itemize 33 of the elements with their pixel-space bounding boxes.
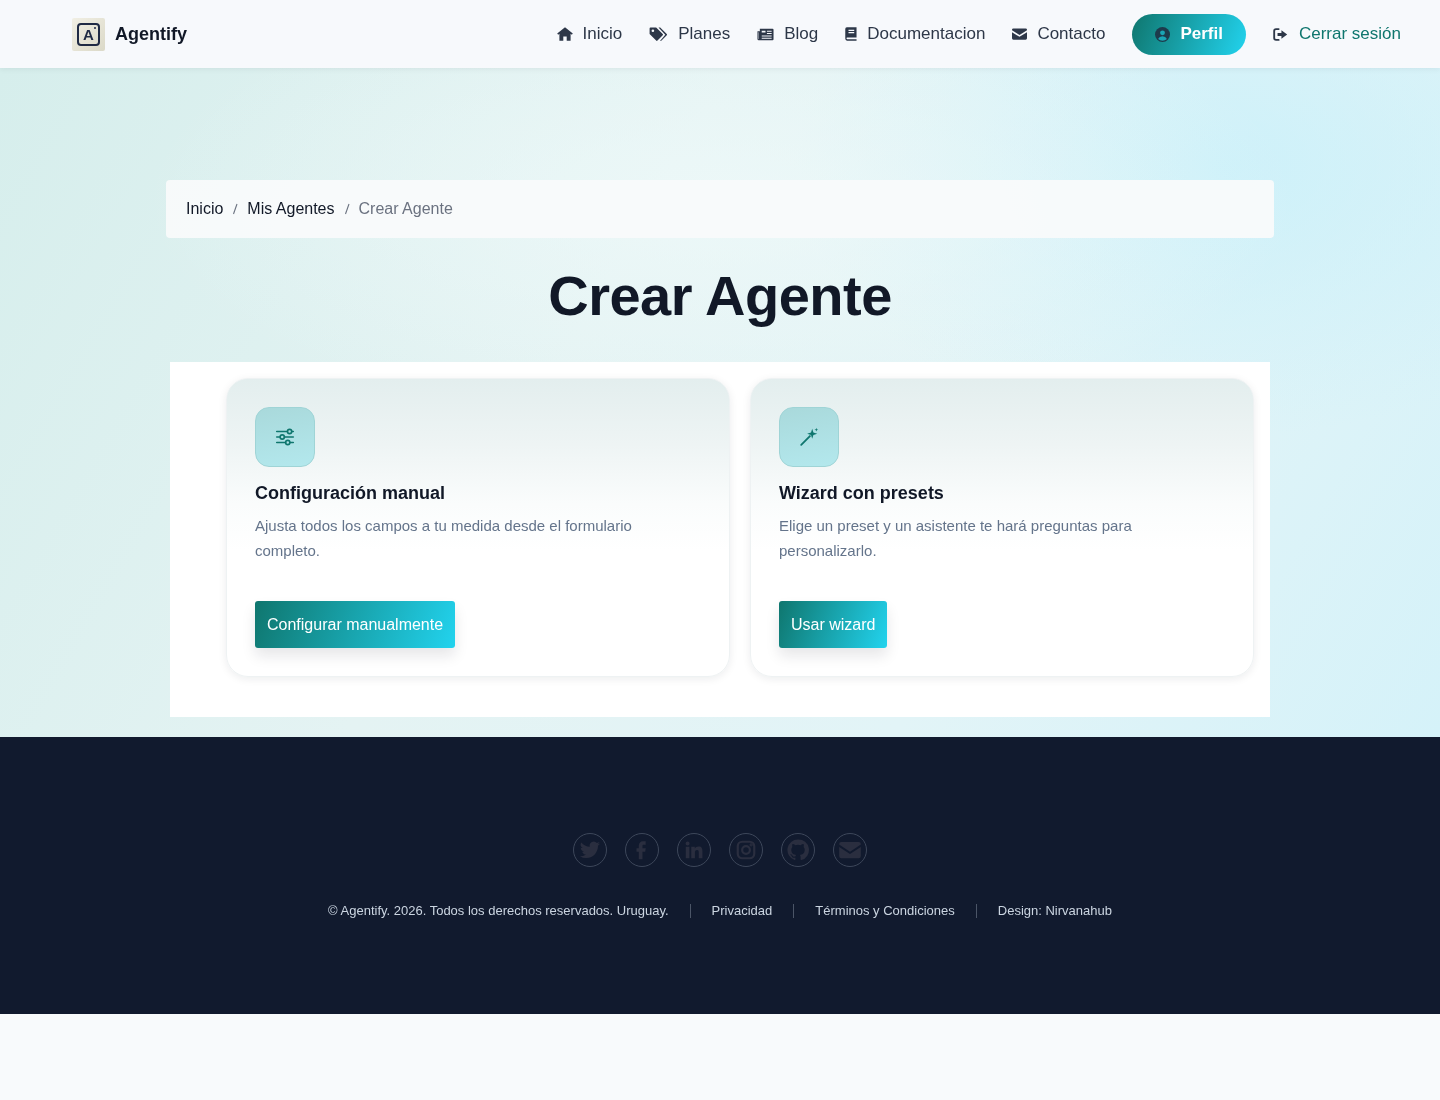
- card-description: Ajusta todos los campos a tu medida desde el formulario completo.: [255, 516, 633, 561]
- breadcrumb-link[interactable]: Inicio: [186, 200, 224, 218]
- card-title: Wizard con presets: [779, 482, 944, 505]
- nav-link[interactable]: Planes: [649, 24, 731, 44]
- card-title: Configuración manual: [255, 482, 445, 505]
- nav-link[interactable]: Blog: [757, 24, 819, 44]
- book-icon: [845, 27, 858, 41]
- page-title: Crear Agente: [548, 263, 892, 329]
- copyright-text: © Agentify. 2026. Todos los derechos reservados. Uruguay.: [328, 903, 669, 919]
- brand-logo[interactable]: A: [72, 17, 105, 51]
- nav-link[interactable]: Contacto: [1012, 24, 1106, 44]
- breadcrumb-current: Crear Agente: [358, 200, 453, 218]
- sign-out-icon: [1272, 27, 1288, 41]
- nav-link[interactable]: Documentacion: [845, 24, 986, 44]
- card-action-button[interactable]: Configurar manualmente: [255, 601, 456, 648]
- magic-wand-icon: [779, 407, 839, 467]
- nav-link[interactable]: Inicio: [556, 24, 623, 44]
- slash-separator-icon: [232, 202, 239, 216]
- brand-name[interactable]: Agentify: [115, 23, 187, 45]
- home-icon: [556, 27, 573, 41]
- envelope-icon: [1012, 28, 1028, 40]
- tags-icon: [649, 26, 669, 42]
- user-circle-icon: [1155, 26, 1171, 42]
- card-description: Elige un preset y un asistente te hará preguntas para personalizarlo.: [779, 516, 1133, 561]
- card-action-button[interactable]: Usar wizard: [779, 601, 888, 648]
- logout-link[interactable]: Cerrar sesión: [1272, 24, 1401, 44]
- footer-link[interactable]: Privacidad: [711, 903, 773, 919]
- breadcrumb-link[interactable]: Mis Agentes: [247, 200, 335, 218]
- credit-text: Design: Nirvanahub: [997, 903, 1112, 919]
- footer-link[interactable]: Términos y Condiciones: [815, 903, 955, 919]
- slash-separator-icon: [343, 202, 350, 216]
- newspaper-icon: [757, 27, 775, 41]
- sliders-icon: [255, 407, 315, 467]
